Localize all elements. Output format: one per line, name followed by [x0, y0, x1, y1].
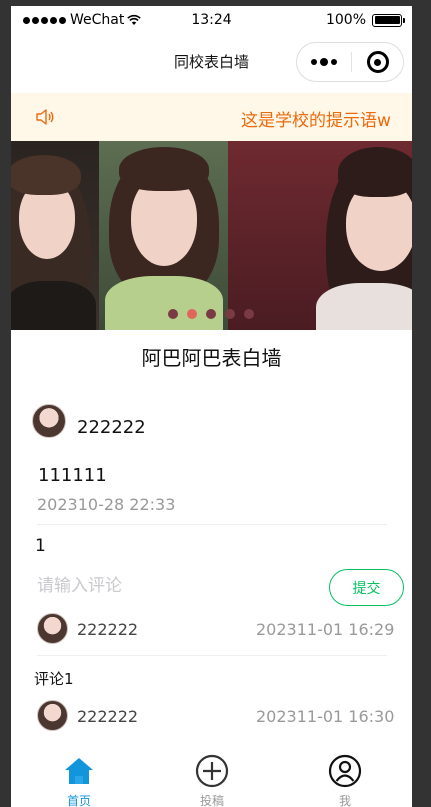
wall-title: 阿巴阿巴表白墙 — [141, 346, 282, 370]
user-icon — [328, 754, 362, 788]
comment-time: 202311-01 16:30 — [256, 707, 395, 726]
post-content: 111111 — [38, 465, 107, 486]
comment-username[interactable]: 222222 — [77, 707, 138, 726]
divider — [37, 524, 387, 525]
carousel-dot[interactable] — [168, 309, 178, 319]
miniprogram-capsule — [296, 42, 404, 82]
more-icon[interactable] — [297, 57, 351, 66]
notice-text: 这是学校的提示语w — [241, 111, 391, 131]
status-right: 100% — [325, 12, 405, 28]
phone-screen: WeChat 13:24 100% 同校表白墙 这是学校的提示语w 阿巴阿巴表白… — [11, 6, 412, 807]
avatar[interactable] — [37, 700, 68, 731]
home-icon — [65, 758, 93, 784]
notice-bar[interactable]: 这是学校的提示语w — [11, 93, 412, 141]
comment-time: 202311-01 16:29 — [256, 620, 395, 639]
carousel-photo — [11, 141, 99, 330]
comment-count: 1 — [35, 536, 46, 556]
avatar[interactable] — [37, 613, 68, 644]
tab-home[interactable]: 首页 — [44, 754, 114, 807]
comment-text: 评论1 — [34, 670, 74, 688]
carousel-photo — [99, 141, 228, 330]
tab-bar: 首页 投稿 我 — [11, 746, 412, 807]
carousel-dot[interactable] — [187, 309, 197, 319]
tab-me[interactable]: 我 — [310, 754, 380, 807]
close-miniprogram-button[interactable] — [352, 51, 403, 73]
plus-circle-icon — [195, 754, 229, 788]
post-username[interactable]: 222222 — [77, 417, 146, 438]
carousel-dot[interactable] — [244, 309, 254, 319]
post-time: 202310-28 22:33 — [37, 495, 176, 514]
status-bar: WeChat 13:24 100% — [11, 6, 412, 34]
carousel-dot[interactable] — [225, 309, 235, 319]
submit-button[interactable]: 提交 — [329, 569, 404, 606]
carousel-photo — [228, 141, 412, 330]
speaker-icon — [36, 109, 54, 125]
image-carousel[interactable] — [11, 141, 412, 330]
avatar[interactable] — [32, 404, 66, 438]
battery-icon — [372, 13, 405, 27]
target-icon — [366, 51, 389, 73]
tab-post[interactable]: 投稿 — [177, 754, 247, 807]
carousel-indicators[interactable] — [168, 309, 254, 319]
carousel-dot[interactable] — [206, 309, 216, 319]
battery-percent: 100% — [325, 12, 366, 28]
comment-username[interactable]: 222222 — [77, 620, 138, 639]
tab-label: 我 — [338, 794, 351, 807]
divider — [37, 655, 387, 656]
tab-label: 首页 — [66, 794, 91, 807]
tab-label: 投稿 — [199, 794, 224, 807]
comment-input[interactable] — [37, 572, 317, 600]
nav-bar: 同校表白墙 — [11, 34, 412, 90]
